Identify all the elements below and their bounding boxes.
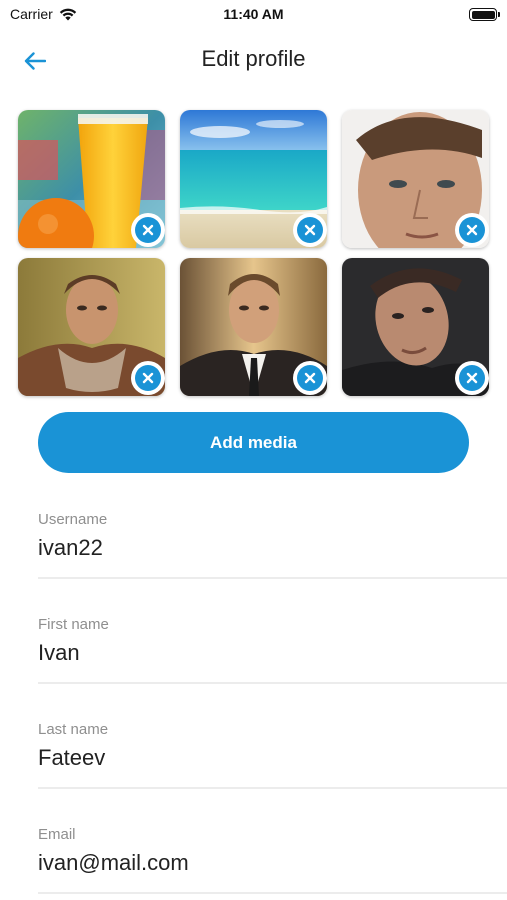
remove-media-button[interactable]: [455, 361, 489, 395]
last-name-label: Last name: [38, 721, 109, 738]
battery-icon: [469, 8, 500, 21]
close-icon: [304, 372, 316, 384]
status-bar: Carrier 11:40 AM: [0, 0, 507, 28]
media-tile[interactable]: [342, 258, 489, 396]
media-tile[interactable]: [180, 258, 327, 396]
remove-media-button[interactable]: [131, 361, 165, 395]
remove-media-button[interactable]: [455, 213, 489, 247]
header: Edit profile: [0, 28, 507, 92]
email-input[interactable]: ivan@mail.com: [38, 850, 189, 876]
email-field[interactable]: Email ivan@mail.com: [38, 826, 507, 900]
media-grid: [18, 110, 491, 396]
first-name-label: First name: [38, 616, 109, 633]
media-tile[interactable]: [18, 110, 165, 248]
close-icon: [304, 224, 316, 236]
last-name-underline: [38, 787, 507, 789]
close-icon: [466, 224, 478, 236]
last-name-field[interactable]: Last name Fateev: [38, 721, 507, 801]
email-label: Email: [38, 826, 76, 843]
username-input[interactable]: ivan22: [38, 535, 103, 561]
first-name-underline: [38, 682, 507, 684]
username-field[interactable]: Username ivan22: [38, 511, 507, 591]
media-tile[interactable]: [342, 110, 489, 248]
remove-media-button[interactable]: [293, 213, 327, 247]
remove-media-button[interactable]: [131, 213, 165, 247]
page-title: Edit profile: [201, 46, 306, 71]
status-time: 11:40 AM: [223, 6, 284, 22]
username-label: Username: [38, 511, 108, 528]
username-underline: [38, 577, 507, 579]
first-name-input[interactable]: Ivan: [38, 640, 80, 666]
close-icon: [142, 372, 154, 384]
add-media-button[interactable]: Add media: [38, 412, 469, 473]
close-icon: [466, 372, 478, 384]
media-tile[interactable]: [18, 258, 165, 396]
first-name-field[interactable]: First name Ivan: [38, 616, 507, 696]
remove-media-button[interactable]: [293, 361, 327, 395]
last-name-input[interactable]: Fateev: [38, 745, 105, 771]
close-icon: [142, 224, 154, 236]
media-tile[interactable]: [180, 110, 327, 248]
email-underline: [38, 892, 507, 894]
